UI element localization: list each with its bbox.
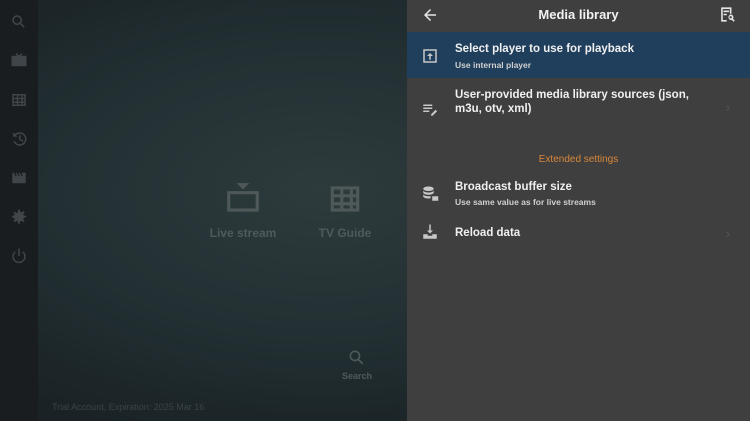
broadcast-buffer-title: Broadcast buffer size: [455, 181, 572, 193]
sidebar-rail: [0, 0, 38, 421]
drawer-title: Media library: [538, 7, 619, 22]
tv-guide-label: TV Guide: [318, 226, 372, 240]
database-icon: [421, 185, 441, 205]
reload-data-row[interactable]: Reload data ›: [407, 220, 750, 250]
drawer-header: Media library: [407, 0, 750, 30]
power-icon[interactable]: [9, 246, 29, 266]
tv-icon[interactable]: [9, 51, 29, 71]
select-player-title: Select player to use for playback: [455, 43, 634, 55]
media-sources-row[interactable]: User-provided media library sources (jso…: [407, 84, 750, 132]
search-label: Search: [341, 371, 373, 381]
live-stream-tile[interactable]: Live stream: [208, 180, 278, 240]
search-icon[interactable]: [9, 12, 29, 32]
download-tray-icon: [421, 223, 441, 243]
reload-data-title: Reload data: [455, 227, 521, 239]
history-icon[interactable]: [9, 129, 29, 149]
live-stream-label: Live stream: [209, 226, 277, 240]
settings-icon[interactable]: [9, 207, 29, 227]
grid-icon[interactable]: [9, 90, 29, 110]
select-player-subtitle: Use internal player: [455, 60, 532, 70]
movies-icon[interactable]: [9, 168, 29, 188]
broadcast-buffer-subtitle: Use same value as for live streams: [455, 197, 596, 207]
edit-list-icon: [421, 100, 441, 120]
search-list-icon[interactable]: [718, 5, 738, 25]
tv-guide-tile[interactable]: TV Guide: [310, 180, 380, 240]
extended-settings-header: Extended settings: [538, 154, 619, 165]
select-player-row[interactable]: Select player to use for playback Use in…: [407, 32, 750, 78]
chevron-right-icon: ›: [725, 100, 730, 115]
broadcast-buffer-row[interactable]: Broadcast buffer size Use same value as …: [407, 174, 750, 214]
media-library-drawer: Media library Select player to use for p…: [407, 0, 750, 421]
media-sources-title: User-provided media library sources (jso…: [455, 89, 689, 115]
open-external-icon: [421, 47, 441, 67]
trial-status-text: Trial Account, Expiration: 2025 Mar 16: [52, 402, 205, 412]
search-tile[interactable]: Search: [333, 348, 381, 381]
chevron-right-icon: ›: [725, 226, 730, 241]
